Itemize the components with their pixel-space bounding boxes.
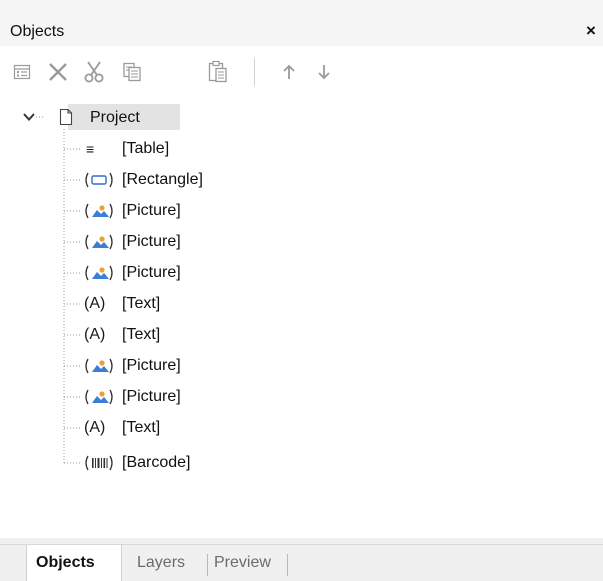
tree-item-text[interactable]: (A) [Text] [82, 291, 282, 317]
properties-icon [13, 64, 31, 80]
document-icon [59, 108, 73, 126]
picture-icon [82, 232, 116, 252]
delete-button[interactable] [46, 60, 70, 84]
tree-item-table[interactable]: ≡ [Table] [82, 136, 282, 162]
panel-title: Objects [10, 23, 65, 40]
move-up-button[interactable] [277, 60, 301, 84]
picture-icon [82, 387, 116, 407]
arrow-down-icon [318, 65, 330, 80]
barcode-icon [82, 453, 116, 473]
tree-item-rectangle[interactable]: [Rectangle] [82, 167, 282, 193]
tab-separator [207, 554, 208, 576]
picture-icon [82, 263, 116, 283]
chevron-down-icon[interactable] [22, 110, 36, 124]
paste-button-icon-wrap [206, 60, 230, 84]
panel-titlebar: Objects × [0, 0, 603, 46]
text-icon: (A) [84, 326, 106, 343]
text-icon: (A) [84, 419, 106, 436]
panel-tabs: Objects Layers Preview [0, 538, 603, 581]
text-icon: (A) [84, 295, 106, 312]
tree-item-label: [Text] [122, 419, 161, 436]
toolbar-separator [254, 58, 255, 86]
object-tree: Project ≡ [Table] [Rectangle] [Picture] … [0, 98, 603, 538]
tree-item-text[interactable]: (A) [Text] [82, 415, 282, 441]
tree-item-label: [Picture] [122, 388, 181, 405]
tab-layers[interactable]: Layers [137, 545, 185, 581]
tab-objects-label: Objects [36, 554, 95, 571]
cut-icon [84, 61, 104, 83]
close-icon[interactable]: × [586, 21, 603, 41]
tree-item-label: [Table] [122, 140, 170, 157]
tree-item-label: [Picture] [122, 264, 181, 281]
cut-button[interactable] [82, 60, 106, 84]
rectangle-icon [82, 170, 116, 190]
tree-item-label: [Picture] [122, 357, 181, 374]
tree-item-label: [Picture] [122, 202, 181, 219]
tab-objects[interactable]: Objects [26, 545, 122, 581]
tree-item-label: [Rectangle] [122, 171, 203, 188]
tree-item-picture[interactable]: [Picture] [82, 260, 282, 286]
tree-item-picture[interactable]: [Picture] [82, 229, 282, 255]
picture-icon [82, 201, 116, 221]
delete-icon [49, 63, 67, 81]
picture-icon [82, 356, 116, 376]
tree-item-picture[interactable]: [Picture] [82, 353, 282, 379]
paste-icon [208, 60, 227, 83]
objects-panel: Objects × Project ≡ [Table] [Rectangle] … [0, 0, 603, 581]
properties-button[interactable] [10, 60, 34, 84]
tree-item-picture[interactable]: [Picture] [82, 198, 282, 224]
table-icon: ≡ [86, 141, 95, 157]
tree-item-label: [Picture] [122, 233, 181, 250]
tab-preview[interactable]: Preview [214, 545, 271, 581]
copy-button[interactable] [120, 60, 144, 84]
tree-item-label: [Text] [122, 295, 161, 312]
tree-item-label: [Text] [122, 326, 161, 343]
tree-item-picture[interactable]: [Picture] [82, 384, 282, 410]
tree-item-barcode[interactable]: [Barcode] [82, 450, 282, 476]
copy-icon [123, 62, 141, 82]
arrow-up-icon [283, 64, 295, 79]
tree-item-label: [Barcode] [122, 454, 191, 471]
tree-item-text[interactable]: (A) [Text] [82, 322, 282, 348]
objects-toolbar [0, 46, 603, 98]
move-down-button[interactable] [312, 60, 336, 84]
tree-root-label: Project [90, 109, 140, 126]
tab-separator [287, 554, 288, 576]
